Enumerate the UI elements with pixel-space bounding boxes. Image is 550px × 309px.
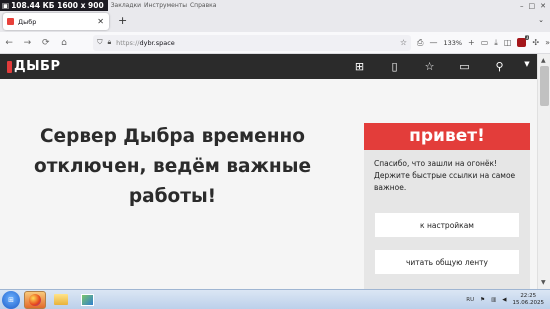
settings-button[interactable]: к настройкам	[375, 213, 519, 237]
read-feed-button[interactable]: читать общую ленту	[375, 250, 519, 274]
card-title: привет!	[364, 123, 530, 150]
chat-icon[interactable]: ▭	[447, 60, 482, 73]
url-host: dybr.space	[139, 38, 175, 47]
start-button[interactable]: ⊞	[2, 290, 20, 309]
shield-icon[interactable]: ⛉	[97, 38, 102, 47]
notebook-icon[interactable]: ▯	[377, 60, 412, 73]
network-icon[interactable]: ▥	[491, 297, 496, 303]
more-icon[interactable]: ▼	[517, 60, 537, 73]
site-logo[interactable]: ДЫБР	[7, 59, 60, 74]
new-tab-button[interactable]: +	[118, 14, 127, 27]
tab-title: Дыбр	[18, 17, 37, 26]
image-viewer-icon: ▣	[2, 1, 10, 10]
page-scrollbar[interactable]: ▲ ▼	[537, 54, 550, 289]
toolbar-right: ⎙ — 133% + ▭ ⤓ ◫ 3 ✣ »	[417, 35, 550, 48]
minimize-icon[interactable]: –	[520, 2, 524, 10]
clock-date: 15.06.2025	[512, 299, 545, 306]
favicon-icon	[7, 18, 14, 25]
zoom-in-button[interactable]: +	[468, 38, 475, 47]
scroll-down-icon[interactable]: ▼	[541, 279, 546, 286]
download-icon[interactable]: ⤓	[494, 38, 498, 48]
tab-close-icon[interactable]: ✕	[97, 17, 104, 26]
pocket-icon[interactable]: ◫	[504, 38, 512, 47]
language-indicator[interactable]: RU	[466, 297, 474, 303]
scroll-up-icon[interactable]: ▲	[541, 57, 546, 64]
search-icon[interactable]: ⚲	[482, 60, 517, 73]
star-icon[interactable]: ☆	[412, 60, 447, 73]
image-viewer-taskbar-icon[interactable]	[76, 291, 98, 309]
ublock-icon[interactable]: 3	[517, 35, 530, 47]
top-menu-bar: ▣ 108.44 КБ 1600 x 900 Закладки Инструме…	[0, 0, 550, 11]
bookmark-star-icon[interactable]: ☆	[400, 38, 407, 47]
zoom-level[interactable]: 133%	[443, 39, 462, 47]
forward-icon[interactable]: →	[18, 38, 36, 48]
back-icon[interactable]: ←	[0, 38, 18, 48]
logo-text: ДЫБР	[14, 59, 61, 74]
tab-dybr[interactable]: Дыбр ✕	[3, 13, 109, 30]
taskbar: ⊞ RU ⚑ ▥ ◀ 22:25 15.06.2025	[0, 289, 550, 309]
menu-help[interactable]: Справка	[190, 2, 216, 9]
zoom-out-button[interactable]: —	[429, 38, 437, 47]
file-explorer-icon[interactable]	[50, 291, 72, 309]
scroll-thumb[interactable]	[540, 66, 549, 106]
window-controls: – □ ✕	[520, 2, 550, 10]
nav-bar: ← → ⟳ ⌂ ⛉ 🔒︎ https:// dybr.space ☆ ⎙ — 1…	[0, 32, 550, 54]
plus-square-icon[interactable]: ⊞	[342, 60, 377, 73]
logo-mark-icon	[7, 60, 12, 73]
site-nav-icons: ⊞ ▯ ☆ ▭ ⚲ ▼	[342, 60, 537, 73]
url-bar[interactable]: ⛉ 🔒︎ https:// dybr.space ☆	[93, 34, 412, 51]
tab-strip: Дыбр ✕ + ⌄	[0, 11, 550, 32]
image-size-readout: ▣ 108.44 КБ 1600 x 900	[0, 0, 108, 11]
extensions-icon[interactable]: ✣	[532, 38, 539, 47]
image-size-text: 108.44 КБ 1600 x 900	[11, 1, 104, 10]
welcome-card: привет! Спасибо, что зашли на огонёк! Де…	[364, 123, 530, 293]
page-content: Сервер Дыбра временно отключен, ведём ва…	[0, 79, 537, 293]
firefox-taskbar-icon[interactable]	[24, 290, 46, 309]
print-icon[interactable]: ⎙	[417, 38, 423, 48]
overflow-menu-icon[interactable]: »	[545, 38, 550, 47]
url-protocol: https://	[116, 38, 140, 47]
home-icon[interactable]: ⌂	[55, 38, 73, 48]
card-text: Спасибо, что зашли на огонёк! Держите бы…	[374, 159, 516, 192]
list-tabs-icon[interactable]: ⌄	[538, 16, 544, 24]
close-window-icon[interactable]: ✕	[540, 2, 546, 10]
maximize-icon[interactable]: □	[529, 2, 536, 10]
clock[interactable]: 22:25 15.06.2025	[513, 293, 545, 307]
clock-time: 22:25	[520, 292, 537, 299]
menu-tools[interactable]: Инструменты	[144, 2, 187, 9]
system-tray: RU ⚑ ▥ ◀ 22:25 15.06.2025	[466, 293, 550, 307]
folder-icon[interactable]: ▭	[481, 38, 489, 47]
reload-icon[interactable]: ⟳	[37, 38, 55, 48]
flag-icon[interactable]: ⚑	[480, 297, 485, 303]
lock-icon[interactable]: 🔒︎	[107, 38, 111, 47]
site-header: ДЫБР ⊞ ▯ ☆ ▭ ⚲ ▼	[0, 54, 537, 79]
menu-bookmarks[interactable]: Закладки	[111, 2, 141, 9]
maintenance-headline: Сервер Дыбра временно отключен, ведём ва…	[34, 126, 311, 207]
volume-icon[interactable]: ◀	[502, 297, 506, 303]
